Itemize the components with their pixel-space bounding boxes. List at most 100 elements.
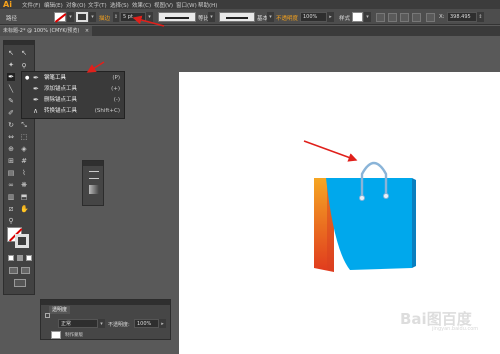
selected-bullet-icon: ● <box>25 75 30 81</box>
floating-panel-header[interactable] <box>83 161 103 166</box>
document-tab-title: 未标题-2* @ 100% (CMYK/预览) <box>3 28 80 34</box>
blend-mode-select[interactable]: 正常 <box>58 319 98 328</box>
menu-help[interactable]: 帮助(H) <box>198 1 217 9</box>
stroke-weight-stepper[interactable]: ⇕ <box>113 12 119 22</box>
flyout-item-pen[interactable]: ● ✒ 钢笔工具 (P) <box>22 73 126 84</box>
brush-preview[interactable] <box>219 12 255 22</box>
stroke-weight-dropdown-arrow[interactable]: ▾ <box>146 12 153 22</box>
stroke-weight-input[interactable]: 5 pt <box>120 12 146 22</box>
fill-dropdown-arrow[interactable]: ▾ <box>67 12 74 22</box>
live-paint-tool-icon[interactable]: ◈ <box>20 145 28 153</box>
variable-width-preview[interactable] <box>158 12 196 22</box>
flyout-item-delete-anchor[interactable]: ✒ 删除锚点工具 (-) <box>22 95 126 106</box>
gradient-panel-icon[interactable] <box>89 185 99 194</box>
transform-icon[interactable] <box>412 13 421 22</box>
x-coordinate-stepper[interactable]: ⇕ <box>477 12 484 22</box>
opacity-input[interactable]: 100% <box>300 12 327 22</box>
eyedropper-tool-icon[interactable]: ⌇ <box>20 169 28 177</box>
blend-mode-dropdown-arrow[interactable]: ▾ <box>98 319 105 328</box>
transparency-panel-header[interactable] <box>41 300 170 305</box>
stroke-panel-icon[interactable] <box>89 171 99 179</box>
document-tab[interactable]: 未标题-2* @ 100% (CMYK/预览) × <box>0 26 93 36</box>
menu-bar: Ai 文件(F) 编辑(E) 对象(O) 文字(T) 选择(S) 效果(C) 视… <box>0 0 500 9</box>
selection-tool-icon[interactable]: ↖ <box>7 49 15 57</box>
direct-selection-tool-icon[interactable]: ↖ <box>20 49 28 57</box>
free-transform-tool-icon[interactable]: ⬚ <box>20 133 28 141</box>
menu-edit[interactable]: 编辑(E) <box>44 1 63 9</box>
color-mode-icon[interactable] <box>8 255 14 261</box>
make-mask-button[interactable]: 制作蒙版 <box>65 332 83 338</box>
x-coordinate-input[interactable]: 398.495 <box>447 12 477 22</box>
style-label: 样式 <box>339 16 351 22</box>
fill-swatch[interactable] <box>54 12 66 22</box>
paintbrush-tool-icon[interactable]: ✎ <box>7 97 15 105</box>
mesh-tool-icon[interactable]: # <box>20 157 28 165</box>
stroke-swatch[interactable] <box>76 12 88 22</box>
screen-mode-icon[interactable] <box>21 267 30 274</box>
close-tab-icon[interactable]: × <box>85 28 89 34</box>
artboard-tool-icon[interactable]: ⬒ <box>20 193 28 201</box>
blob-brush-tool-icon[interactable]: ✐ <box>7 109 15 117</box>
brush-dropdown-arrow[interactable]: ▾ <box>267 12 274 22</box>
preferences-icon[interactable] <box>388 13 397 22</box>
stroke-label[interactable]: 描边 <box>99 14 110 22</box>
gradient-mode-icon[interactable] <box>17 255 23 261</box>
menu-file[interactable]: 文件(F) <box>22 1 40 9</box>
pen-tool-icon[interactable]: ✒ <box>7 73 15 81</box>
pen-icon: ✒ <box>33 74 39 82</box>
baidu-watermark-url: jingyan.baidu.com <box>432 326 479 332</box>
menu-effect[interactable]: 效果(C) <box>132 1 151 9</box>
document-setup-icon[interactable] <box>376 13 385 22</box>
zoom-tool-icon[interactable]: ⚲ <box>7 217 15 225</box>
style-swatch[interactable] <box>352 12 363 22</box>
opacity-dropdown-arrow[interactable]: ▸ <box>327 12 334 22</box>
line-tool-icon[interactable]: ╲ <box>7 85 15 93</box>
slice-tool-icon[interactable]: ⧄ <box>7 205 15 213</box>
tools-panel-header[interactable] <box>4 41 34 45</box>
panel-opacity-dropdown-arrow[interactable]: ▸ <box>159 319 166 328</box>
column-graph-tool-icon[interactable]: ▥ <box>7 193 15 201</box>
stroke-color-swatch[interactable] <box>15 234 29 248</box>
magic-wand-tool-icon[interactable]: ✦ <box>7 61 15 69</box>
hand-tool-icon[interactable]: ✋ <box>20 205 29 213</box>
gradient-tool-icon[interactable]: ▤ <box>7 169 15 177</box>
width-tool-icon[interactable]: ⇔ <box>7 133 15 141</box>
pen-tool-flyout: ● ✒ 钢笔工具 (P) ✒ 添加锚点工具 (+) ✒ 删除锚点工具 (-) ∧… <box>21 71 125 119</box>
align-icon[interactable] <box>400 13 409 22</box>
lasso-tool-icon[interactable]: ϙ <box>20 61 28 69</box>
convert-anchor-icon: ∧ <box>33 107 39 115</box>
flyout-item-add-anchor[interactable]: ✒ 添加锚点工具 (+) <box>22 84 126 95</box>
path-label: 路径 <box>6 16 18 22</box>
change-screen-mode-icon[interactable] <box>14 279 26 287</box>
menu-view[interactable]: 视图(V) <box>154 1 173 9</box>
menu-object[interactable]: 对象(O) <box>66 1 86 9</box>
panel-options-icon[interactable] <box>45 313 50 318</box>
app-logo: Ai <box>3 0 12 9</box>
menu-type[interactable]: 文字(T) <box>88 1 107 9</box>
floating-panel <box>82 160 104 206</box>
perspective-grid-tool-icon[interactable]: ⊞ <box>7 157 15 165</box>
stroke-dropdown-arrow[interactable]: ▾ <box>89 12 96 22</box>
none-mode-icon[interactable] <box>26 255 32 261</box>
reference-point-icon[interactable] <box>426 13 435 22</box>
profile-dropdown-arrow[interactable]: ▾ <box>208 12 215 22</box>
scale-tool-icon[interactable]: ⤡ <box>20 121 28 129</box>
flyout-item-convert-anchor[interactable]: ∧ 转换锚点工具 (Shift+C) <box>22 106 126 117</box>
shape-builder-tool-icon[interactable]: ⊕ <box>7 145 15 153</box>
panel-opacity-input[interactable]: 100% <box>134 319 159 328</box>
symbol-sprayer-tool-icon[interactable]: ❋ <box>20 181 28 189</box>
opacity-label[interactable]: 不透明度 <box>276 14 298 22</box>
control-bar: 路径 ▾ ▾ 描边 ⇕ 5 pt ▾ 等比 ▾ 基本 ▾ 不透明度 100% ▸… <box>0 9 500 25</box>
rotate-tool-icon[interactable]: ↻ <box>7 121 15 129</box>
opacity-label: 不透明度: <box>108 322 130 328</box>
draw-mode-icon[interactable] <box>9 267 18 274</box>
menu-select[interactable]: 选择(S) <box>110 1 129 9</box>
object-thumbnail[interactable] <box>51 331 61 339</box>
menu-window[interactable]: 窗口(W) <box>176 1 197 9</box>
transparency-panel-tab[interactable]: 透明度 <box>49 306 71 314</box>
style-dropdown-arrow[interactable]: ▾ <box>364 12 371 22</box>
add-anchor-icon: ✒ <box>33 85 39 93</box>
shopping-bag-artwork[interactable] <box>300 150 420 275</box>
blend-tool-icon[interactable]: ∞ <box>7 181 15 189</box>
transparency-panel: 透明度 正常 ▾ 不透明度: 100% ▸ 制作蒙版 <box>40 299 171 340</box>
